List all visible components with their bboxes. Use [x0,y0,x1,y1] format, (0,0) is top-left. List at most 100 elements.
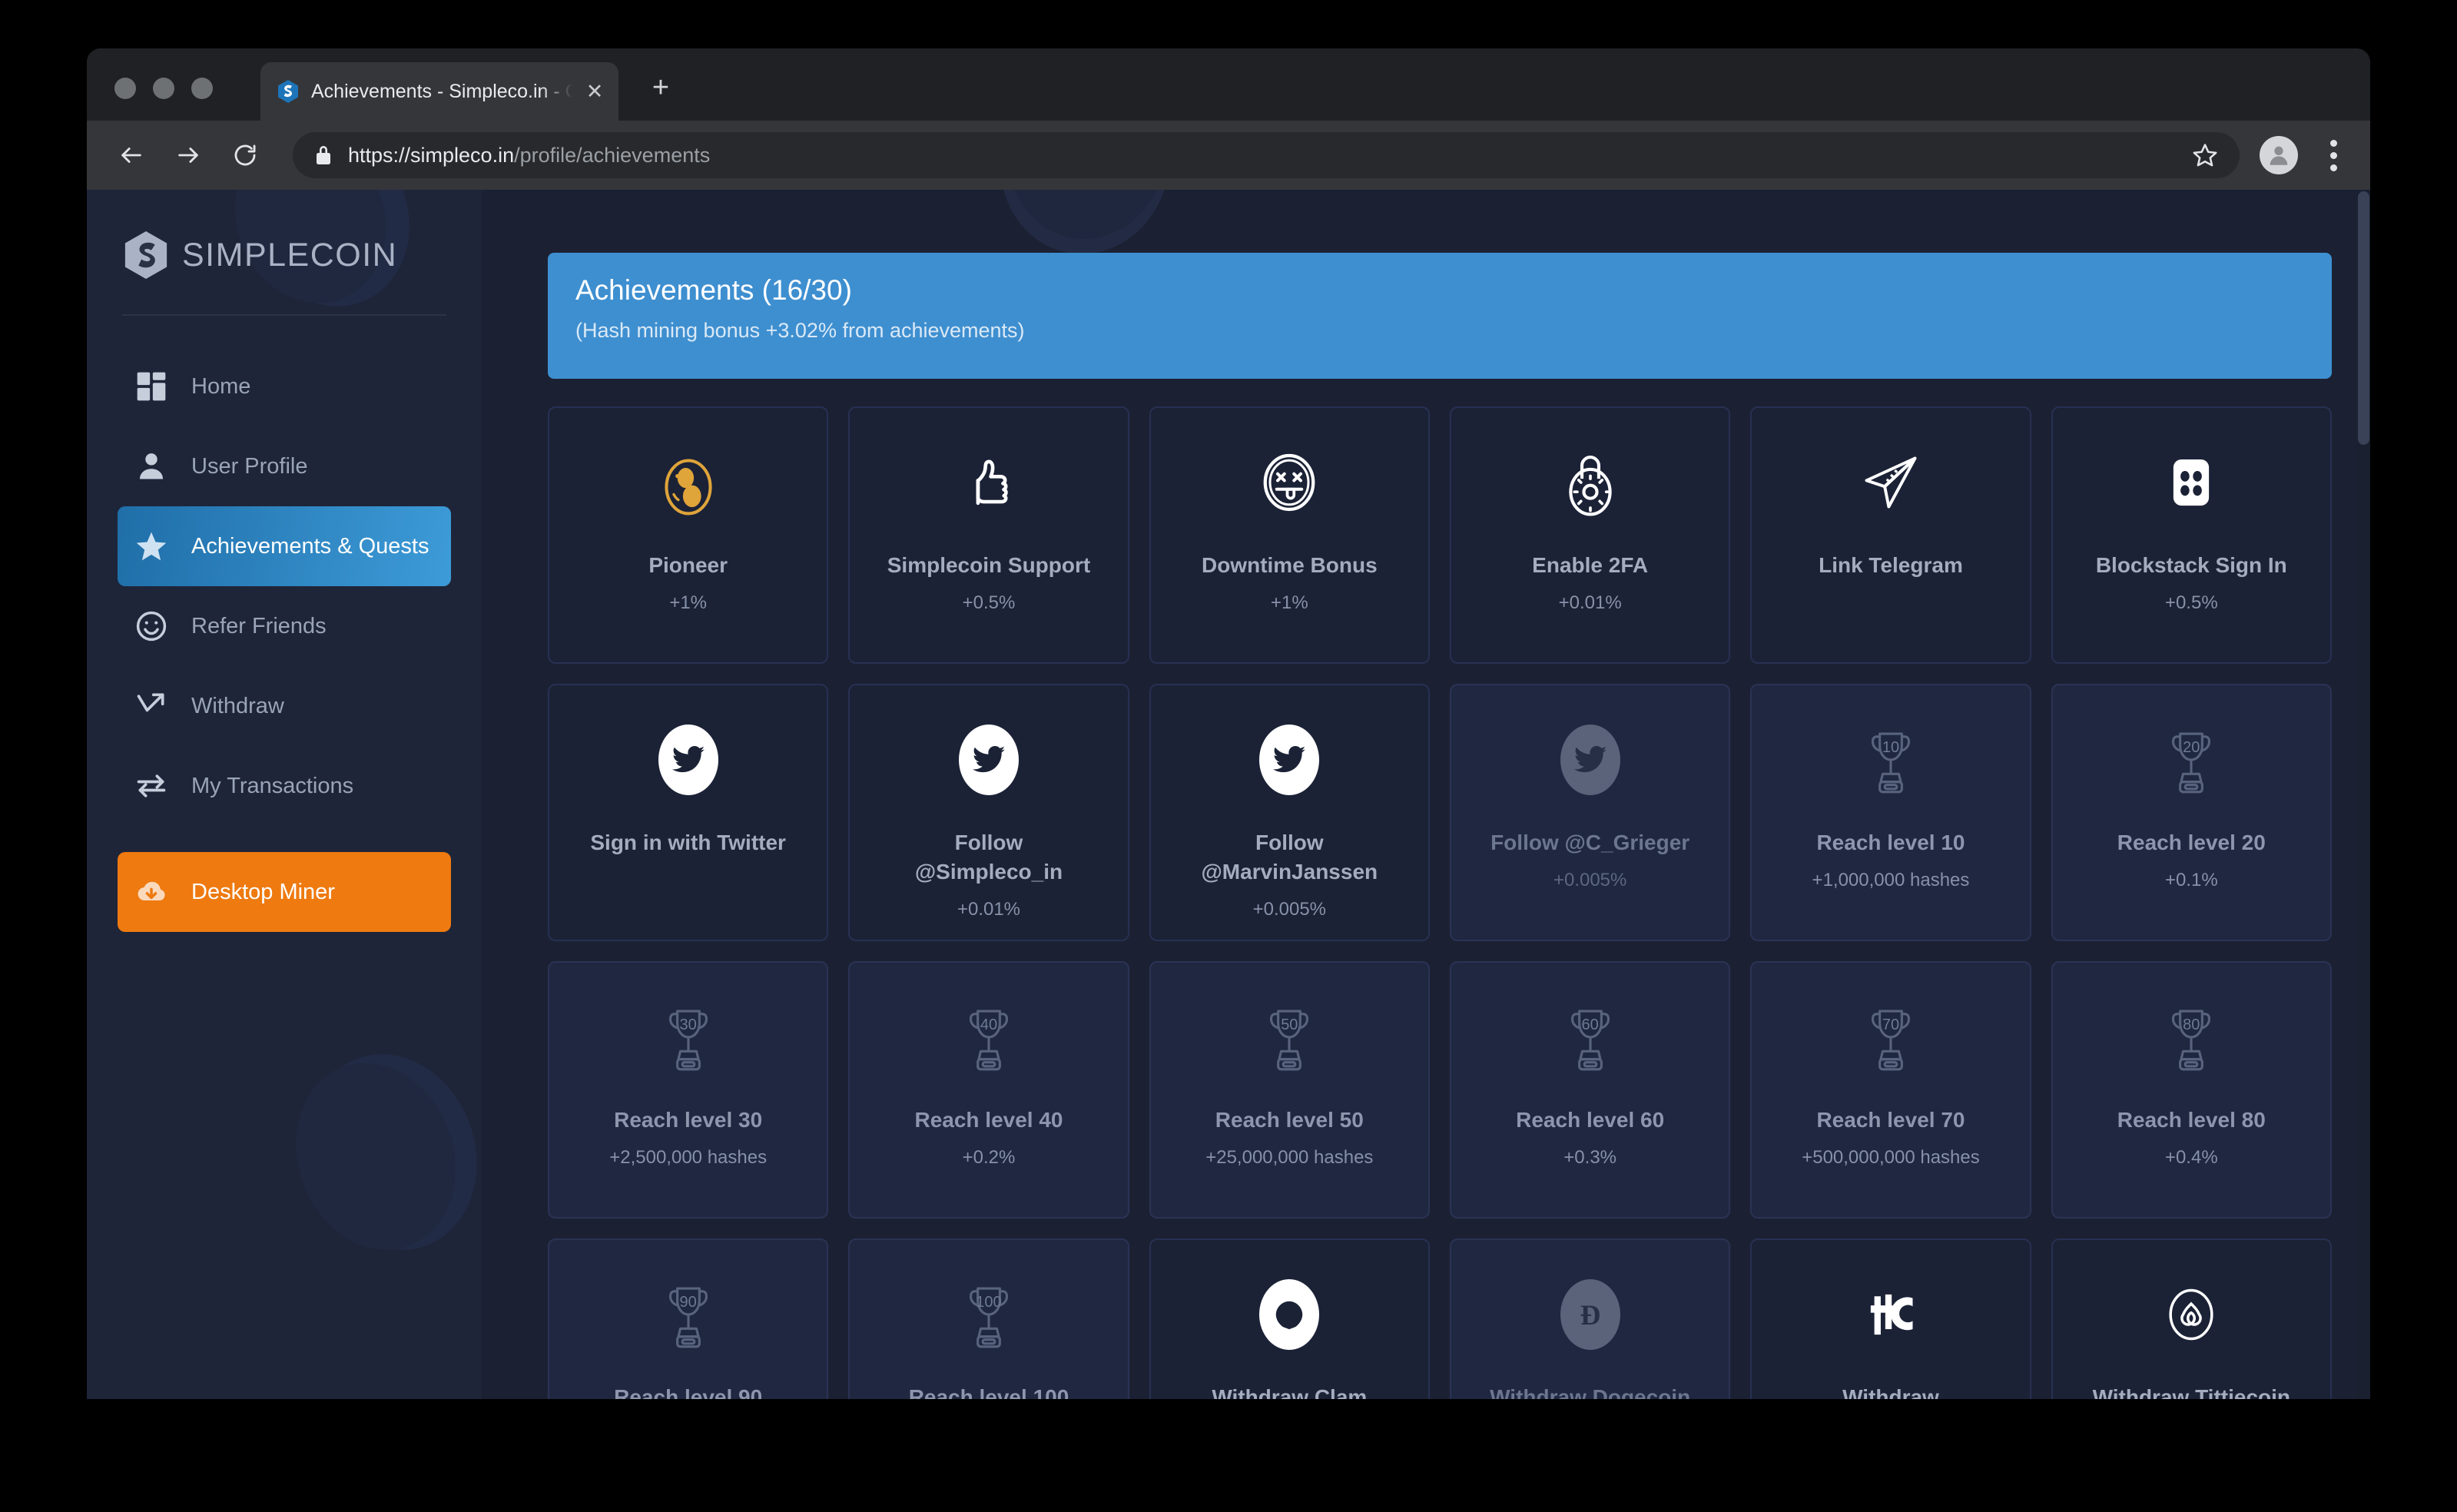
simplecoin-favicon [278,80,298,103]
achievement-card-reach-level-80[interactable]: 80 Reach level 80 +0.4% [2051,961,2332,1219]
achievement-card-withdraw-dogecoin[interactable]: Đ Withdraw Dogecoin [1449,1238,1731,1399]
egg-icon [652,446,724,519]
achievement-reward: +0.005% [1553,869,1627,890]
achievement-card-follow-marvinjanssen[interactable]: Follow @MarvinJanssen +0.005% [1149,684,1430,941]
new-tab-button[interactable]: + [643,73,678,108]
clam-icon [1253,1278,1325,1351]
sidebar-item-desktop-miner[interactable]: Desktop Miner [118,852,451,932]
page-scrollbar[interactable] [2356,190,2370,1399]
brand-logo[interactable]: SIMPLECOIN [87,190,482,280]
coin-decoration-bottom [296,1054,477,1250]
sidebar-item-achievements-quests[interactable]: Achievements & Quests [118,506,451,586]
achievement-card-link-telegram[interactable]: Link Telegram [1750,406,2031,664]
achievement-card-reach-level-40[interactable]: 40 Reach level 40 +0.2% [848,961,1129,1219]
cloud-download-icon [134,875,168,909]
achievement-title: Follow @MarvinJanssen [1201,831,1378,884]
close-icon[interactable]: ✕ [583,81,606,102]
achievements-grid: Pioneer +1% Simplecoin Support +0.5% Dow… [548,406,2332,1399]
maximize-window-button[interactable] [191,78,213,99]
achievement-card-blockstack-sign-in[interactable]: Blockstack Sign In +0.5% [2051,406,2332,664]
trophy-icon: 70 [1855,1001,1927,1073]
achievement-title: Reach level 100 [908,1385,1069,1399]
achievement-reward: +0.2% [962,1146,1016,1168]
achievement-card-simplecoin-support[interactable]: Simplecoin Support +0.5% [848,406,1129,664]
achievement-row: Pioneer +1% Simplecoin Support +0.5% Dow… [548,406,2332,664]
achievement-title: Reach level 90 [614,1385,763,1399]
achievement-card-follow-c-grieger[interactable]: Follow @C_Grieger +0.005% [1449,684,1731,941]
sidebar-item-label: Refer Friends [191,613,327,638]
sidebar-item-refer-friends[interactable]: Refer Friends [118,586,451,666]
bookmark-star-icon[interactable] [2192,142,2218,168]
trophy-icon: 60 [1554,1001,1626,1073]
achievement-reward: +0.5% [2164,592,2218,613]
url-text: https://simpleco.in/profile/achievements [348,144,710,167]
achievement-card-reach-level-20[interactable]: 20 Reach level 20 +0.1% [2051,684,2332,941]
minimize-window-button[interactable] [153,78,174,99]
star-icon [134,529,168,563]
reload-icon[interactable] [227,137,264,174]
browser-menu-icon[interactable] [2318,139,2349,171]
achievement-title: Follow @C_Grieger [1490,831,1690,854]
sidebar-item-home[interactable]: Home [118,346,451,426]
achievement-card-reach-level-50[interactable]: 50 Reach level 50 +25,000,000 hashes [1149,961,1430,1219]
achievement-row: Sign in with Twitter Follow @Simpleco_in… [548,684,2332,941]
dogecoin-icon: Đ [1554,1278,1626,1351]
sidebar-item-label: Desktop Miner [191,879,335,904]
achievement-card-reach-level-70[interactable]: 70 Reach level 70 +500,000,000 hashes [1750,961,2031,1219]
achievement-card-reach-level-100[interactable]: 100 Reach level 100 [848,1238,1129,1399]
trophy-level-number: 30 [679,1016,697,1033]
achievement-card-withdraw-hempcoin[interactable]: Withdraw [1750,1238,2031,1399]
forward-icon[interactable] [170,137,207,174]
sidebar-item-withdraw[interactable]: Withdraw [118,666,451,746]
achievement-title: Enable 2FA [1532,553,1649,577]
sidebar-item-label: My Transactions [191,773,354,798]
sidebar-item-label: Withdraw [191,693,284,718]
browser-tab[interactable]: Achievements - Simpleco.in - C ✕ [260,62,618,121]
achievement-row: 30 Reach level 30 +2,500,000 hashes 40 R… [548,961,2332,1219]
achievement-reward: +2,500,000 hashes [609,1146,768,1168]
achievement-title: Withdraw [1842,1385,1939,1399]
achievement-card-downtime-bonus[interactable]: Downtime Bonus +1% [1149,406,1430,664]
tab-strip: Achievements - Simpleco.in - C ✕ + [87,48,2370,121]
simplecoin-logo-icon [124,231,167,279]
brand-name: SIMPLECOIN [182,236,398,274]
trophy-level-number: 70 [1882,1016,1900,1033]
twitter-badge [658,724,718,795]
achievement-title: Downtime Bonus [1201,553,1378,577]
achievement-card-pioneer[interactable]: Pioneer +1% [548,406,829,664]
address-bar[interactable]: https://simpleco.in/profile/achievements [293,132,2240,178]
achievement-card-withdraw-tittiecoin[interactable]: Withdraw Tittiecoin [2051,1238,2332,1399]
achievement-card-follow-simpleco-in[interactable]: Follow @Simpleco_in +0.01% [848,684,1129,941]
profile-avatar-icon[interactable] [2260,136,2298,174]
trophy-icon: 40 [953,1001,1025,1073]
trophy-level-number: 90 [679,1294,697,1311]
achievement-reward: +0.005% [1252,898,1327,920]
trophy-level-number: 100 [976,1294,1002,1311]
achievement-title: Reach level 60 [1516,1108,1665,1132]
clam-badge [1259,1279,1320,1350]
twitter-badge [1259,724,1320,795]
achievement-reward: +0.3% [1563,1146,1616,1168]
sidebar-item-user-profile[interactable]: User Profile [118,426,451,506]
sidebar-item-label: Achievements & Quests [191,533,429,559]
achievement-card-withdraw-clam[interactable]: Withdraw Clam [1149,1238,1430,1399]
achievement-card-reach-level-90[interactable]: 90 Reach level 90 [548,1238,829,1399]
achievement-card-reach-level-60[interactable]: 60 Reach level 60 +0.3% [1449,961,1731,1219]
tittiecoin-icon [2155,1278,2227,1351]
back-icon[interactable] [113,137,150,174]
achievement-card-enable-2fa[interactable]: Enable 2FA +0.01% [1449,406,1731,664]
achievement-card-reach-level-30[interactable]: 30 Reach level 30 +2,500,000 hashes [548,961,829,1219]
achievement-reward: +1% [669,592,708,613]
hempcoin-icon [1855,1278,1927,1351]
page-viewport: SIMPLECOIN Home User Profile Achievement… [87,190,2370,1399]
window-traffic-lights [114,78,213,99]
achievement-card-reach-level-10[interactable]: 10 Reach level 10 +1,000,000 hashes [1750,684,2031,941]
achievement-card-sign-in-with-twitter[interactable]: Sign in with Twitter [548,684,829,941]
scrollbar-thumb[interactable] [2358,191,2369,445]
achievement-title: Link Telegram [1819,553,1963,577]
achievement-title: Reach level 40 [914,1108,1063,1132]
blockstack-icon [2155,446,2227,519]
twitter-icon [1554,724,1626,796]
sidebar-item-my-transactions[interactable]: My Transactions [118,746,451,826]
close-window-button[interactable] [114,78,136,99]
